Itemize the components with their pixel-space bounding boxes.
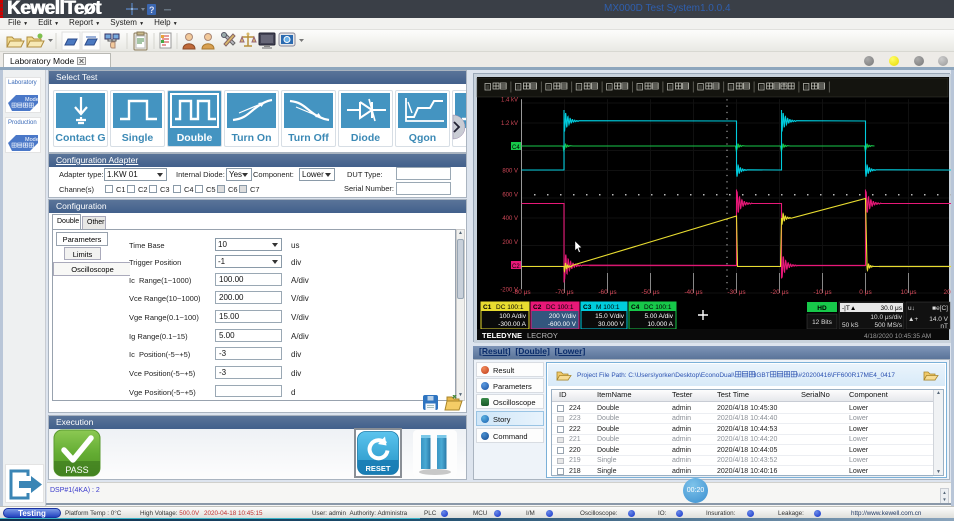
- svg-text:TELEDYNE: TELEDYNE: [482, 331, 522, 340]
- svg-text:30.000 V: 30.000 V: [598, 321, 625, 328]
- svg-text:400 V: 400 V: [502, 216, 518, 222]
- svg-text:-200 V: -200 V: [500, 287, 518, 293]
- svg-text:14.0 V: 14.0 V: [929, 316, 948, 323]
- svg-text:-40 μs: -40 μs: [684, 289, 703, 296]
- svg-text:C4: C4: [631, 304, 640, 311]
- svg-text:M 100:1: M 100:1: [596, 304, 620, 311]
- svg-text:Mode: Mode: [25, 137, 39, 143]
- svg-text:-|T▲: -|T▲: [842, 305, 856, 312]
- svg-text:100 A/div: 100 A/div: [499, 313, 526, 320]
- svg-text:5.00 A/div: 5.00 A/div: [644, 313, 673, 320]
- svg-text:800 V: 800 V: [502, 169, 518, 175]
- svg-text:12 Bits: 12 Bits: [812, 319, 833, 326]
- svg-text:RESET: RESET: [365, 464, 390, 473]
- svg-text:4/18/2020 10:45:35 AM: 4/18/2020 10:45:35 AM: [864, 333, 931, 340]
- svg-text:50 kS: 50 kS: [842, 322, 859, 329]
- svg-text:-60 μs: -60 μs: [598, 289, 617, 296]
- svg-text:200 V/div: 200 V/div: [549, 313, 577, 320]
- svg-text:u↓: u↓: [908, 305, 915, 312]
- svg-text:-600.00 V: -600.00 V: [548, 321, 577, 328]
- svg-text:C3: C3: [583, 304, 592, 311]
- svg-text:200 V: 200 V: [502, 240, 518, 246]
- svg-text:DC 100:1: DC 100:1: [644, 304, 672, 311]
- svg-text:500 MS/s: 500 MS/s: [875, 322, 903, 329]
- svg-text:DC 100:1: DC 100:1: [546, 304, 574, 311]
- svg-text:C2: C2: [533, 304, 542, 311]
- svg-text:HD: HD: [817, 305, 827, 312]
- svg-text:DC 100:1: DC 100:1: [496, 304, 524, 311]
- svg-text:-70 μs: -70 μs: [555, 289, 574, 296]
- svg-text:0 μs: 0 μs: [859, 289, 872, 296]
- svg-text:■e[C]: ■e[C]: [932, 305, 948, 312]
- svg-text:10.000 A: 10.000 A: [647, 321, 673, 328]
- svg-text:PASS: PASS: [65, 465, 88, 475]
- svg-text:30.0 μs: 30.0 μs: [881, 305, 903, 312]
- svg-text:C1: C1: [483, 304, 492, 311]
- svg-text:-300.00 A: -300.00 A: [498, 321, 526, 328]
- svg-text:-10 μs: -10 μs: [813, 289, 832, 296]
- svg-text:LECROY: LECROY: [527, 331, 558, 340]
- svg-text:C4: C4: [512, 145, 520, 151]
- svg-text:1.2 kV: 1.2 kV: [501, 121, 518, 127]
- svg-text:-30 μs: -30 μs: [727, 289, 746, 296]
- svg-text:1.4 kV: 1.4 kV: [501, 97, 518, 103]
- svg-text:?: ?: [149, 5, 155, 15]
- svg-text:nT: nT: [940, 323, 948, 330]
- svg-text:10.0 μs/div: 10.0 μs/div: [870, 314, 902, 321]
- svg-text:-20 μs: -20 μs: [770, 289, 789, 296]
- svg-text:Mode: Mode: [25, 97, 39, 103]
- svg-text:20 μs: 20 μs: [943, 289, 951, 296]
- svg-text:▲+: ▲+: [908, 316, 918, 323]
- svg-text:C2: C2: [512, 264, 520, 270]
- svg-text:15.0 V/div: 15.0 V/div: [595, 313, 625, 320]
- svg-text:-50 μs: -50 μs: [641, 289, 660, 296]
- svg-text:600 V: 600 V: [502, 192, 518, 198]
- svg-text:10 μs: 10 μs: [900, 289, 917, 296]
